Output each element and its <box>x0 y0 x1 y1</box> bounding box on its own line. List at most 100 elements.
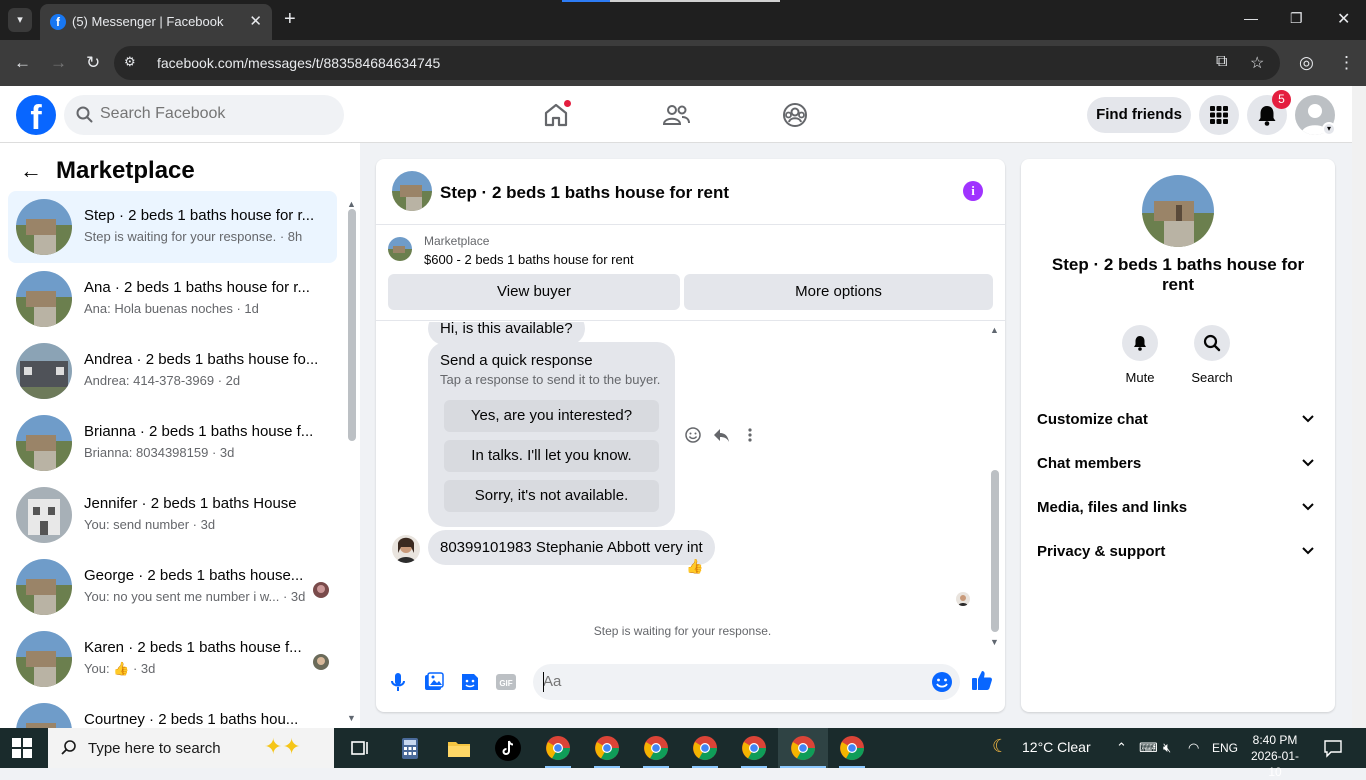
conversation-item[interactable]: Courtney · 2 beds 1 baths hou... <box>8 695 337 728</box>
conversation-name: Step · 2 beds 1 baths house for r... <box>84 207 315 224</box>
browser-menu-icon[interactable]: ⋮ <box>1338 53 1355 73</box>
facebook-header: f Find friends <box>0 86 1352 143</box>
new-tab-button[interactable]: + <box>284 8 296 30</box>
chrome-icon[interactable] <box>740 734 768 762</box>
conversation-item[interactable]: George · 2 beds 1 baths house... You: no… <box>8 551 337 623</box>
profile-icon[interactable]: ◎ <box>1299 53 1314 73</box>
chrome-icon[interactable] <box>789 734 817 762</box>
thumbs-up-icon[interactable] <box>970 668 994 692</box>
conversation-item[interactable]: Ana · 2 beds 1 baths house for r... Ana:… <box>8 263 337 335</box>
chrome-icon[interactable] <box>691 734 719 762</box>
seen-avatar <box>313 582 329 598</box>
browser-tab[interactable]: f (5) Messenger | Facebook ✕ <box>40 4 272 40</box>
site-settings-icon[interactable]: ⚙ <box>124 54 136 70</box>
bookmark-star-icon[interactable]: ☆ <box>1250 53 1264 73</box>
notification-center-icon[interactable] <box>1323 738 1343 758</box>
ime-mode-icon[interactable]: ⌨ <box>1139 740 1158 756</box>
file-explorer-icon[interactable] <box>445 734 473 762</box>
search-action[interactable]: Search <box>1182 325 1242 385</box>
back-icon[interactable]: ← <box>14 53 31 73</box>
chat-title[interactable]: Step · 2 beds 1 baths house for rent <box>440 183 729 203</box>
conversation-item[interactable]: Brianna · 2 beds 1 baths house f... Bria… <box>8 407 337 479</box>
conversation-item[interactable]: Andrea · 2 beds 1 baths house fo... Andr… <box>8 335 337 407</box>
task-view-icon[interactable] <box>346 734 374 762</box>
page-scrollbar[interactable] <box>1352 86 1366 728</box>
conversation-item[interactable]: Jennifer · 2 beds 1 baths House You: sen… <box>8 479 337 551</box>
message-bubble[interactable]: 80399101983 Stephanie Abbott very int <box>428 530 715 565</box>
install-app-icon[interactable]: ⧉ <box>1216 53 1227 71</box>
maximize-button[interactable]: ❐ <box>1290 10 1303 27</box>
thread-scrollbar[interactable] <box>991 470 999 632</box>
info-icon[interactable]: i <box>963 181 983 201</box>
media-files-links-row[interactable]: Media, files and links <box>1029 486 1327 530</box>
url-text[interactable]: facebook.com/messages/t/883584684634745 <box>157 55 440 71</box>
photo-icon[interactable] <box>422 670 446 694</box>
customize-chat-row[interactable]: Customize chat <box>1029 398 1327 442</box>
more-vertical-icon[interactable] <box>746 426 754 444</box>
conversation-preview: Brianna: 8034398159 · 3d <box>84 445 235 460</box>
scroll-down-arrow-icon[interactable]: ▼ <box>990 637 999 647</box>
message-input-field[interactable] <box>533 664 960 700</box>
tiktok-icon[interactable] <box>494 734 522 762</box>
view-buyer-button[interactable]: View buyer <box>388 274 680 310</box>
windows-start-icon[interactable] <box>12 738 32 758</box>
reply-icon[interactable] <box>712 426 730 444</box>
weather-text[interactable]: 12°C Clear <box>1022 739 1091 755</box>
clock[interactable]: 8:40 PM 2026-01-10 <box>1246 732 1304 780</box>
react-smiley-icon[interactable] <box>684 426 702 444</box>
quick-response-button[interactable]: Yes, are you interested? <box>444 400 659 432</box>
back-arrow-icon[interactable]: ← <box>20 158 42 184</box>
more-options-button[interactable]: More options <box>684 274 993 310</box>
privacy-support-row[interactable]: Privacy & support <box>1029 530 1327 574</box>
facebook-search[interactable] <box>64 95 344 135</box>
chat-avatar[interactable] <box>392 171 432 211</box>
conversation-item[interactable]: Step · 2 beds 1 baths house for r... Ste… <box>8 191 337 263</box>
thumbs-up-reaction-icon[interactable]: 👍 <box>686 558 703 575</box>
sidebar-scrollbar[interactable] <box>348 209 356 441</box>
omnibox[interactable]: ⚙ facebook.com/messages/t/88358468463474… <box>114 46 1280 80</box>
home-notification-dot <box>563 99 572 108</box>
chrome-icon[interactable] <box>838 734 866 762</box>
gif-icon[interactable]: GIF <box>494 670 518 694</box>
taskbar-search[interactable]: Type here to search ✦✦ <box>48 728 334 768</box>
account-chevron-down-icon[interactable]: ▾ <box>1322 122 1336 136</box>
menu-button[interactable] <box>1199 95 1239 135</box>
wifi-icon[interactable]: ◠ <box>1188 740 1199 756</box>
close-window-button[interactable]: ✕ <box>1337 9 1350 29</box>
facebook-search-input[interactable] <box>100 105 330 123</box>
tab-search-button[interactable]: ▾ <box>8 8 32 32</box>
tab-close-icon[interactable]: ✕ <box>249 12 262 30</box>
chevron-down-icon <box>1302 459 1314 467</box>
show-hidden-icons-icon[interactable]: ⌃ <box>1116 740 1127 756</box>
chrome-icon[interactable] <box>642 734 670 762</box>
message-input[interactable] <box>543 673 913 690</box>
scroll-down-arrow-icon[interactable]: ▼ <box>347 713 356 723</box>
volume-muted-icon[interactable]: 🔇︎ <box>1163 740 1171 756</box>
quick-response-button[interactable]: In talks. I'll let you know. <box>444 440 659 472</box>
forward-icon[interactable]: → <box>50 53 67 73</box>
scroll-up-arrow-icon[interactable]: ▲ <box>347 199 356 209</box>
sticker-icon[interactable] <box>458 670 482 694</box>
conversation-item[interactable]: Karen · 2 beds 1 baths house f... You: 👍… <box>8 623 337 695</box>
friends-icon[interactable] <box>661 100 691 130</box>
quick-response-button[interactable]: Sorry, it's not available. <box>444 480 659 512</box>
facebook-logo-icon[interactable]: f <box>16 95 56 137</box>
moon-weather-icon[interactable]: ☾ <box>992 736 1008 757</box>
mute-action[interactable]: Mute <box>1110 325 1170 385</box>
listing-title[interactable]: $600 - 2 beds 1 baths house for rent <box>424 252 634 267</box>
emoji-icon[interactable] <box>931 671 953 693</box>
conversation-name: Step · 2 beds 1 baths house for rent <box>1051 255 1305 294</box>
windows-taskbar: Type here to search ✦✦ ☾ 12°C Clear ⌃ ⌨ … <box>0 728 1366 779</box>
reload-icon[interactable]: ↻ <box>86 53 100 73</box>
chrome-icon[interactable] <box>593 734 621 762</box>
chrome-icon[interactable] <box>544 734 572 762</box>
groups-icon[interactable] <box>780 100 810 130</box>
find-friends-button[interactable]: Find friends <box>1087 97 1191 133</box>
sender-avatar[interactable] <box>392 535 420 563</box>
scroll-up-arrow-icon[interactable]: ▲ <box>990 325 999 335</box>
minimize-button[interactable]: — <box>1244 10 1258 26</box>
microphone-icon[interactable] <box>386 670 410 694</box>
calculator-icon[interactable] <box>396 734 424 762</box>
language-indicator[interactable]: ENG <box>1212 741 1238 755</box>
chat-members-row[interactable]: Chat members <box>1029 442 1327 486</box>
